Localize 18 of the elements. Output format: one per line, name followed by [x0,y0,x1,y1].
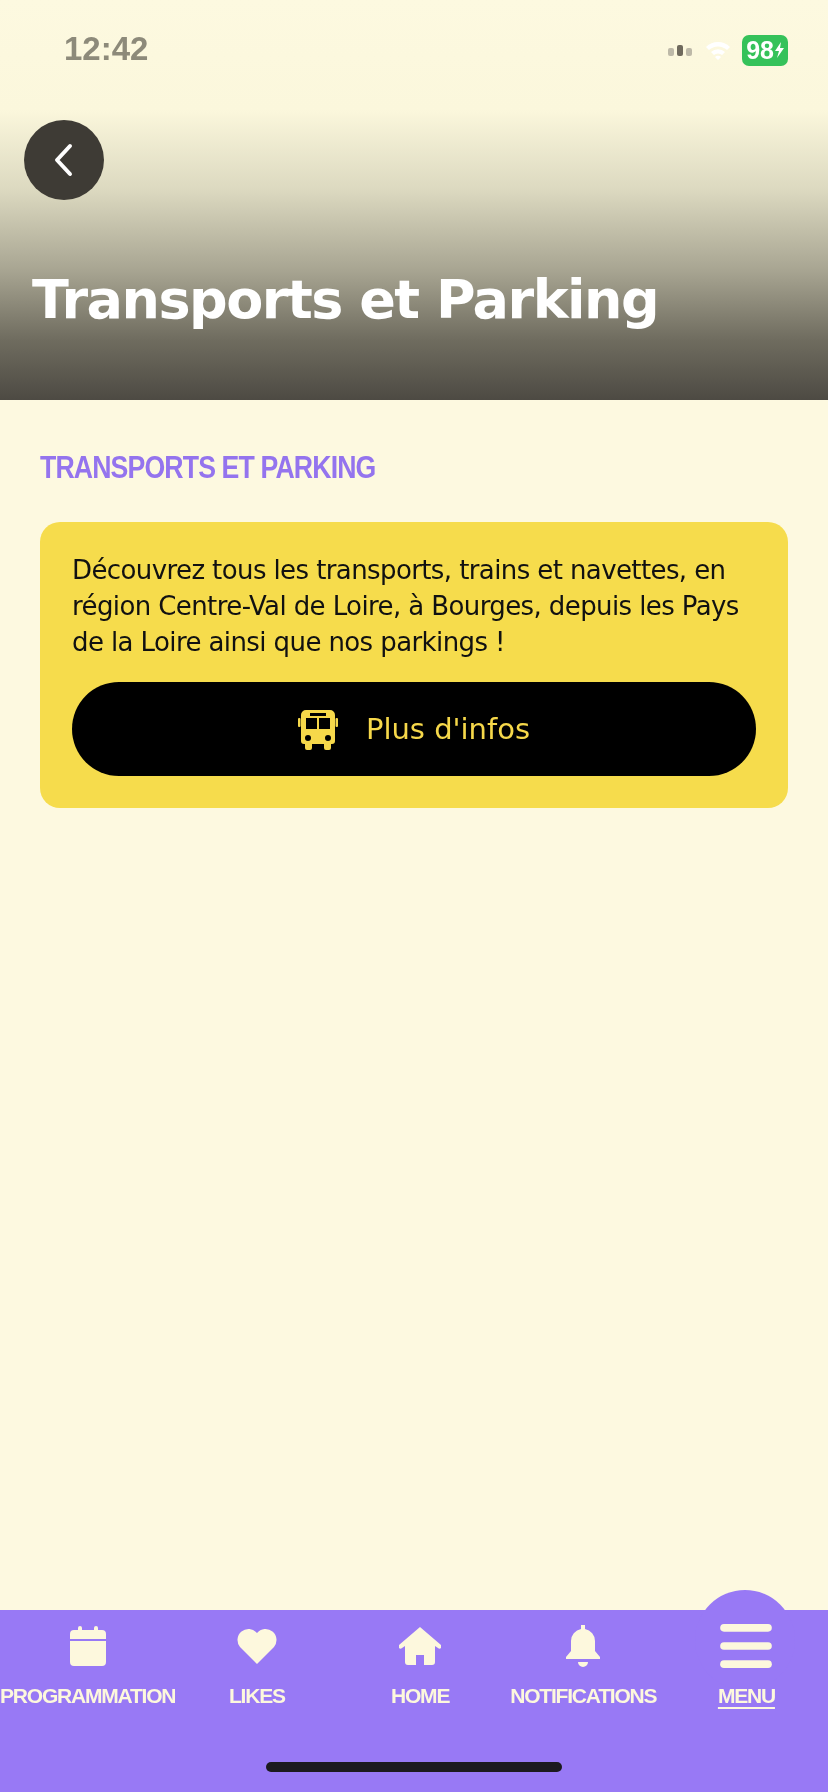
home-tab[interactable]: HOME [338,1610,502,1730]
card-description: Découvrez tous les transports, trains et navettes, en région Centre-Val de Loire, à Bourges, depuis les Pays de la Loire ainsi que nos parkings ! [72,554,740,659]
calendar-icon [69,1624,106,1668]
home-icon [399,1624,442,1668]
page-title: Transports et Parking [32,268,659,331]
more-info-button[interactable]: Plus d'infos [72,682,756,776]
bus-icon [297,708,338,750]
calendar-tab[interactable]: PROGRAMMATION [0,1610,176,1730]
section-heading: TRANSPORTS ET PARKING [40,450,377,486]
wifi-icon [704,40,733,60]
bell-tab[interactable]: NOTIFICATIONS [501,1610,665,1730]
status-time: 12:42 [64,30,149,68]
signal-icon [668,44,695,56]
heart-tab[interactable]: LIKES [175,1610,339,1730]
menu-icon [719,1624,774,1668]
menu-tab[interactable]: MENU [664,1610,828,1730]
bell-icon [565,1624,602,1668]
battery-indicator: 98 [742,34,788,66]
